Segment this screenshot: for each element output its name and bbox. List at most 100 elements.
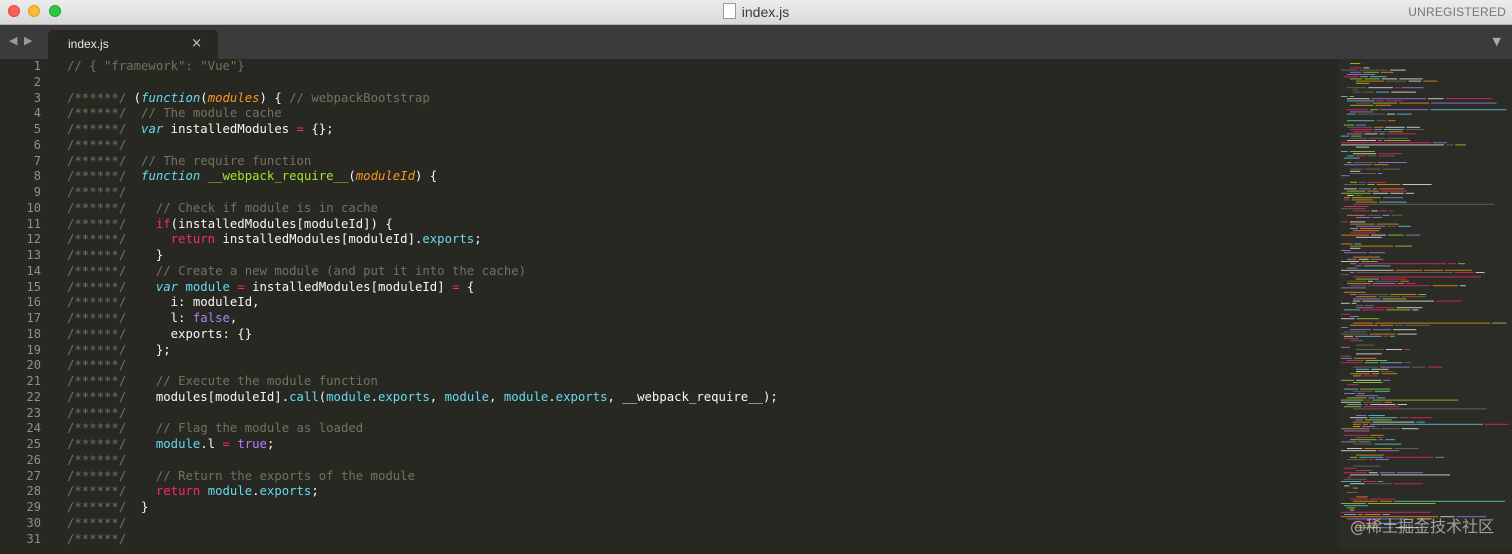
minimap-stroke <box>1492 323 1507 324</box>
minimap-stroke <box>1364 78 1379 79</box>
code-line[interactable]: /******/ // The require function <box>67 154 1332 170</box>
code-line[interactable]: /******/ return installedModules[moduleI… <box>67 232 1332 248</box>
minimap-stroke <box>1356 226 1385 227</box>
minimap-stroke <box>1388 235 1404 236</box>
minimap-stroke <box>1373 188 1377 189</box>
minimap-stroke <box>1350 246 1393 247</box>
code-line[interactable]: /******/ // Flag the module as loaded <box>67 421 1332 437</box>
minimap-stroke <box>1368 285 1431 286</box>
code-editor[interactable]: 1234567891011121314151617181920212223242… <box>0 59 1512 549</box>
minimap-stroke <box>1373 217 1383 218</box>
code-line[interactable]: /******/ var installedModules = {}; <box>67 122 1332 138</box>
code-line[interactable]: /******/ modules[moduleId].call(module.e… <box>67 390 1332 406</box>
minimap-stroke <box>1416 422 1425 423</box>
tab-index-js[interactable]: index.js × <box>48 30 218 59</box>
minimap[interactable] <box>1339 59 1512 549</box>
minimap-stroke <box>1347 195 1354 196</box>
file-icon <box>723 3 736 19</box>
minimap-stroke <box>1359 259 1369 260</box>
code-line[interactable]: /******/ var module = installedModules[m… <box>67 280 1332 296</box>
code-line[interactable]: /******/ <box>67 532 1332 548</box>
code-line[interactable]: /******/ l: false, <box>67 311 1332 327</box>
minimap-stroke <box>1377 184 1401 185</box>
line-number-gutter: 1234567891011121314151617181920212223242… <box>0 59 52 549</box>
minimap-stroke <box>1353 153 1376 154</box>
minimap-stroke <box>1347 140 1376 141</box>
minimap-stroke <box>1367 184 1374 185</box>
code-line[interactable]: /******/ <box>67 138 1332 154</box>
minimap-stroke <box>1356 265 1362 266</box>
code-line[interactable]: /******/ <box>67 516 1332 532</box>
minimap-stroke <box>1350 96 1354 97</box>
code-line[interactable]: /******/ if(installedModules[moduleId]) … <box>67 217 1332 233</box>
tab-menu-icon[interactable]: ▼ <box>1493 35 1501 48</box>
minimap-stroke <box>1341 144 1444 145</box>
back-arrow-icon[interactable]: ◀ <box>9 34 17 47</box>
minimap-stroke <box>1344 197 1350 198</box>
code-line[interactable]: /******/ <box>67 406 1332 422</box>
minimap-stroke <box>1412 367 1426 368</box>
forward-arrow-icon[interactable]: ▶ <box>24 34 32 47</box>
minimap-stroke <box>1368 191 1380 192</box>
minimap-stroke <box>1356 380 1381 381</box>
code-line[interactable]: /******/ i: moduleId, <box>67 295 1332 311</box>
code-line[interactable]: /******/ function __webpack_require__(mo… <box>67 169 1332 185</box>
line-number: 31 <box>0 532 52 548</box>
minimap-stroke <box>1347 477 1351 478</box>
minimap-stroke <box>1406 193 1414 194</box>
minimap-stroke <box>1356 437 1375 438</box>
code-line[interactable]: /******/ // Execute the module function <box>67 374 1332 390</box>
code-line[interactable]: /******/ }; <box>67 343 1332 359</box>
code-line[interactable]: /******/ <box>67 358 1332 374</box>
code-line[interactable]: /******/ // Return the exports of the mo… <box>67 469 1332 485</box>
minimap-stroke <box>1347 109 1368 110</box>
minimap-stroke <box>1350 483 1365 484</box>
line-number: 11 <box>0 217 52 233</box>
code-line[interactable]: /******/ (function(modules) { // webpack… <box>67 91 1332 107</box>
code-line[interactable]: /******/ <box>67 185 1332 201</box>
code-line[interactable]: /******/ } <box>67 248 1332 264</box>
minimap-stroke <box>1370 109 1378 110</box>
minimap-stroke <box>1350 474 1379 475</box>
minimap-stroke <box>1344 479 1366 480</box>
code-line[interactable]: /******/ return module.exports; <box>67 484 1332 500</box>
minimap-stroke <box>1378 140 1382 141</box>
line-number: 23 <box>0 406 52 422</box>
minimap-stroke <box>1347 98 1370 99</box>
minimap-stroke <box>1347 215 1365 216</box>
code-line[interactable]: /******/ <box>67 453 1332 469</box>
minimap-stroke <box>1390 70 1406 71</box>
minimap-stroke <box>1344 406 1361 407</box>
minimap-stroke <box>1385 439 1395 440</box>
code-line[interactable]: /******/ // Create a new module (and put… <box>67 264 1332 280</box>
minimap-stroke <box>1362 426 1375 427</box>
minimap-stroke <box>1355 336 1382 337</box>
minimap-stroke <box>1358 114 1385 115</box>
code-line[interactable]: /******/ // The module cache <box>67 106 1332 122</box>
minimap-stroke <box>1344 206 1368 207</box>
minimap-stroke <box>1350 439 1377 440</box>
minimap-stroke <box>1383 380 1390 381</box>
code-line[interactable]: /******/ exports: {} <box>67 327 1332 343</box>
code-area[interactable]: // { "framework": "Vue"}​/******/ (funct… <box>67 59 1332 549</box>
minimap-stroke <box>1356 395 1378 396</box>
code-line[interactable]: /******/ // Check if module is in cache <box>67 201 1332 217</box>
minimap-stroke <box>1383 169 1401 170</box>
minimap-stroke <box>1350 272 1354 273</box>
minimap-stroke <box>1356 353 1382 354</box>
minimap-stroke <box>1341 380 1354 381</box>
code-line[interactable]: ​ <box>67 75 1332 91</box>
tab-close-icon[interactable]: × <box>191 36 202 51</box>
minimap-stroke <box>1356 296 1376 297</box>
minimap-stroke <box>1373 193 1389 194</box>
code-line[interactable]: /******/ } <box>67 500 1332 516</box>
minimap-stroke <box>1341 400 1364 401</box>
code-line[interactable]: /******/ module.l = true; <box>67 437 1332 453</box>
code-line[interactable]: // { "framework": "Vue"} <box>67 59 1332 75</box>
line-number: 10 <box>0 201 52 217</box>
line-number: 13 <box>0 248 52 264</box>
minimap-stroke <box>1379 155 1395 156</box>
minimap-stroke <box>1341 243 1353 244</box>
minimap-stroke <box>1344 389 1358 390</box>
minimap-stroke <box>1411 417 1433 418</box>
